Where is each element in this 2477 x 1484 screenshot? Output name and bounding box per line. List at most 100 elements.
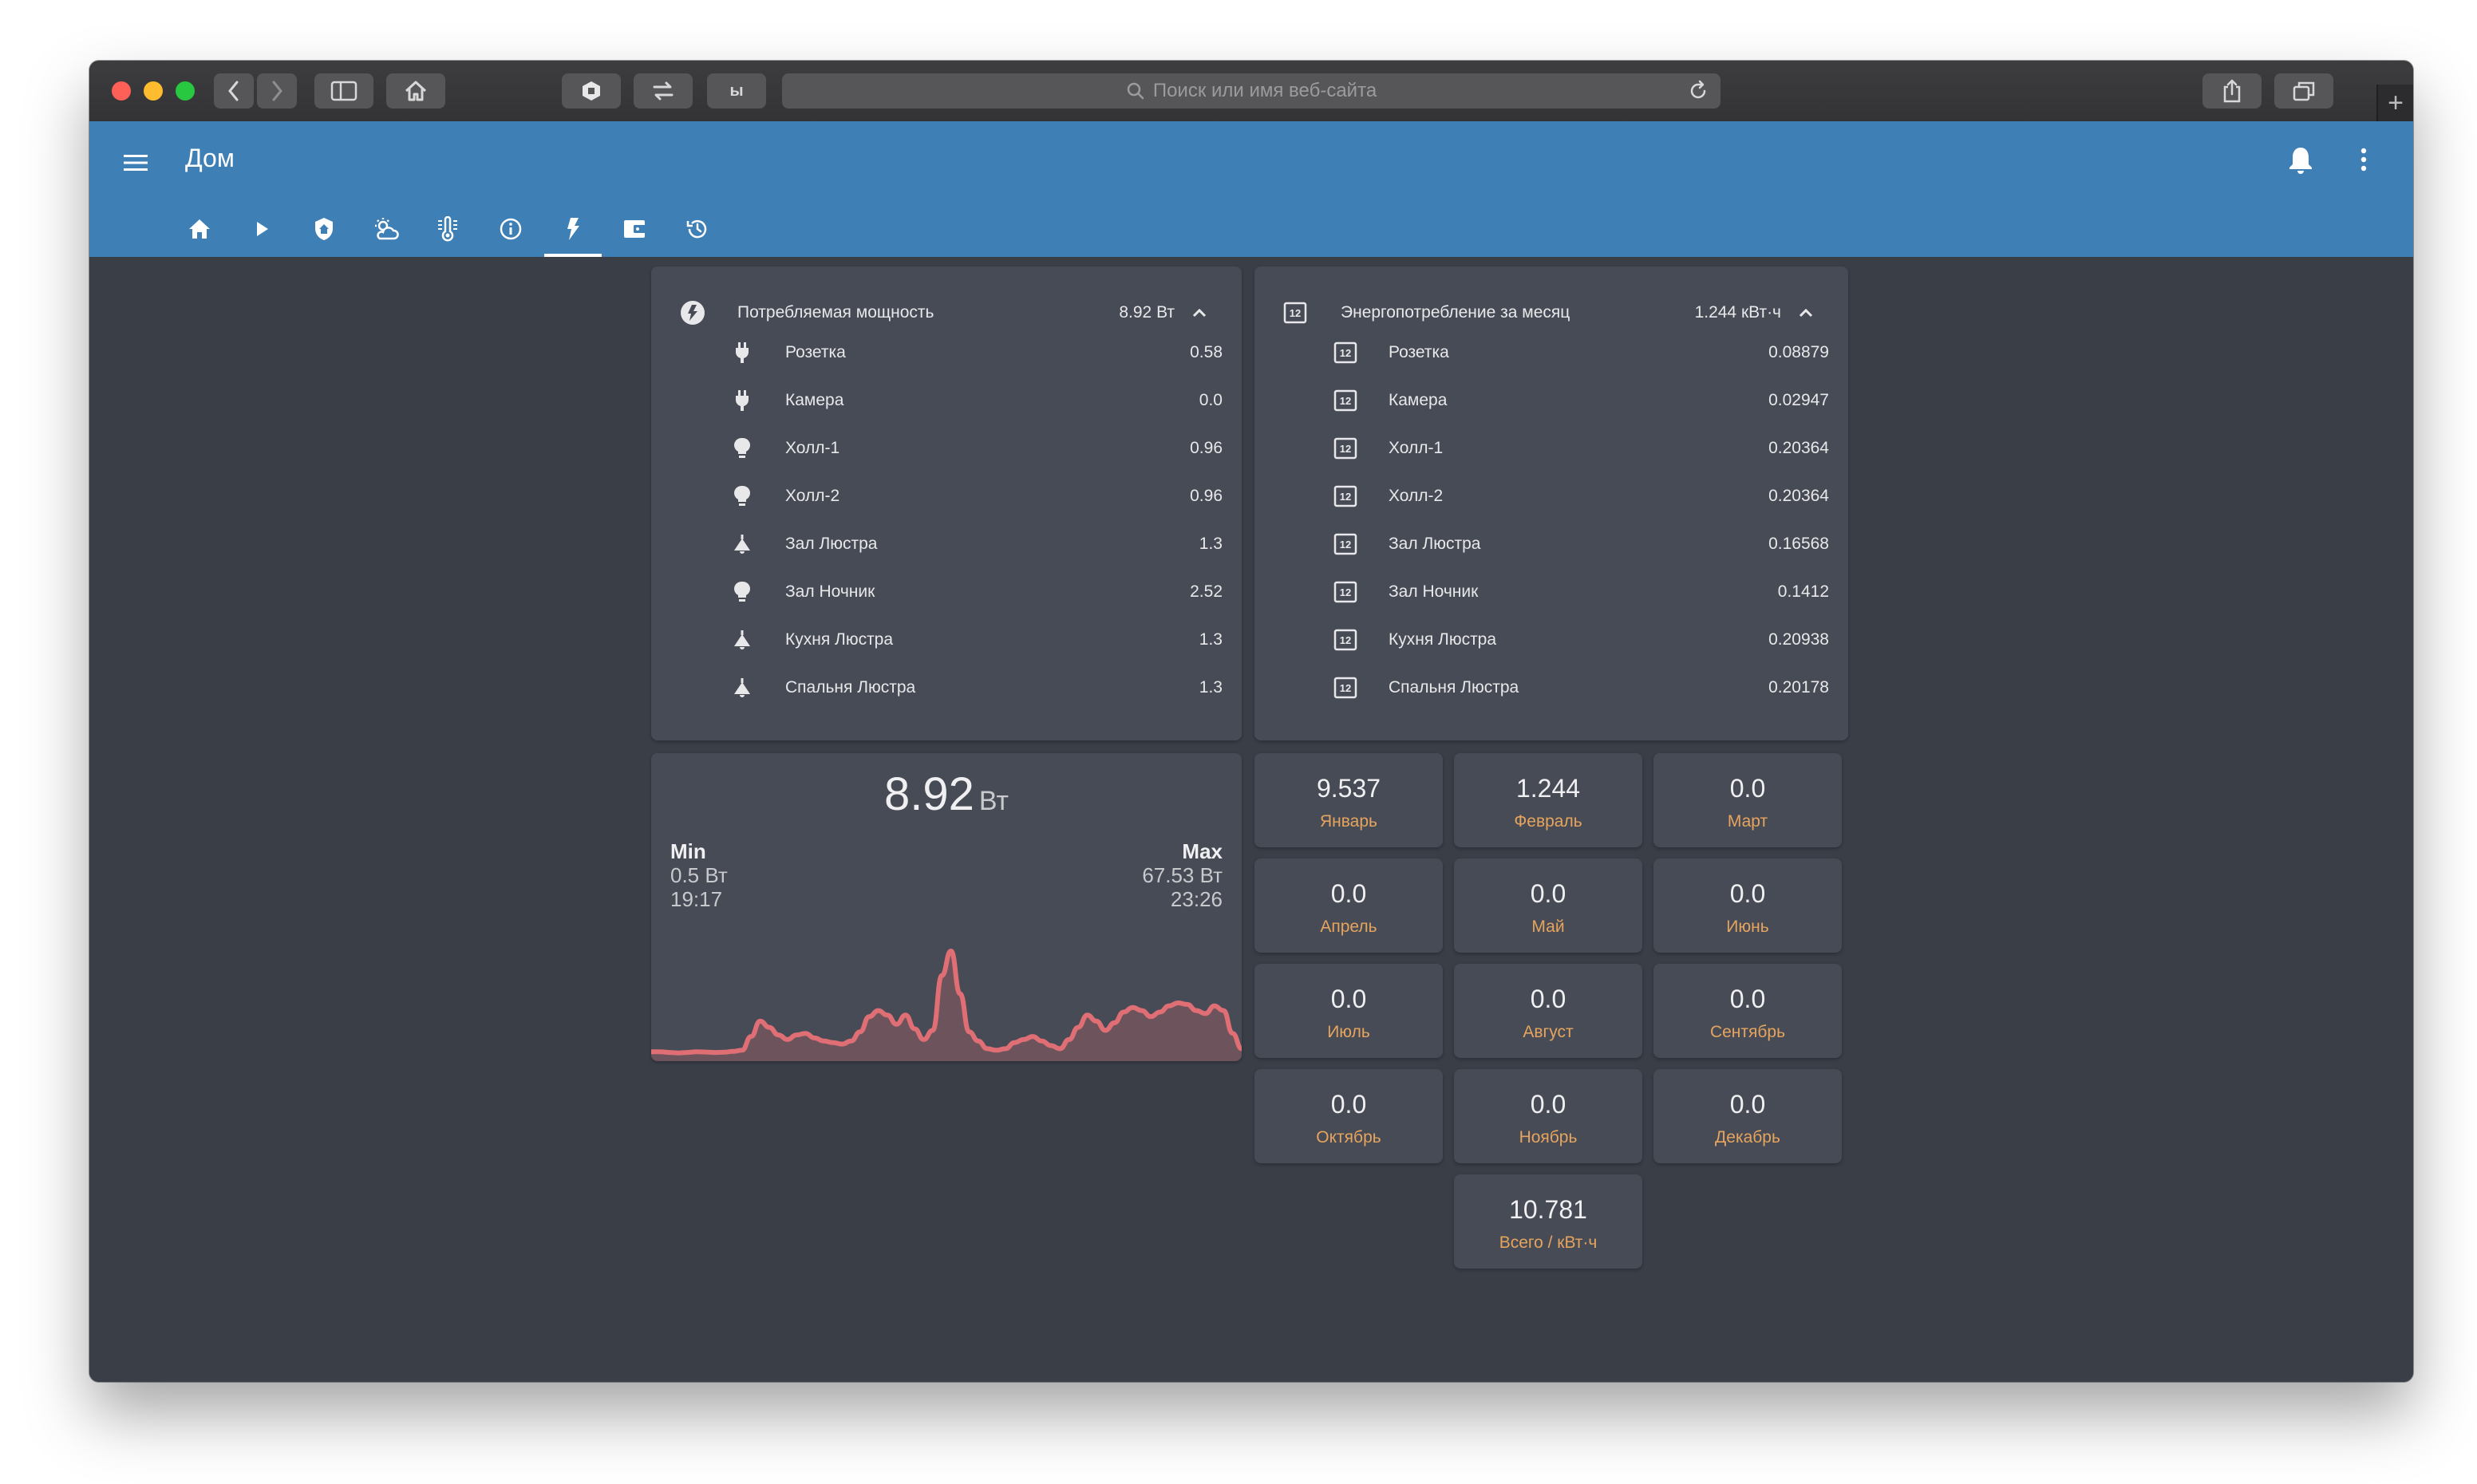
reload-icon[interactable] [1687,80,1709,102]
back-button[interactable] [214,73,254,109]
list-row[interactable]: Зал Люстра 1.3 [651,520,1242,568]
month-tile[interactable]: 0.0 Март [1653,753,1842,847]
tab-history[interactable] [669,201,726,257]
list-row[interactable]: 12 Зал Люстра 0.16568 [1254,520,1848,568]
row-label: Зал Люстра [1389,535,1481,553]
month-tile[interactable]: 0.0 Ноябрь [1454,1069,1642,1163]
row-label: Кухня Люстра [785,630,894,649]
counter-icon: 12 [1333,675,1358,701]
min-block: Min 0.5 Вт 19:17 [670,839,728,911]
chevron-up-icon[interactable] [1191,305,1208,321]
month-tile[interactable]: 0.0 Август [1454,964,1642,1058]
flash-circle-icon [681,301,705,325]
month-tile[interactable]: 0.0 Апрель [1254,858,1443,953]
month-label: Июль [1327,1023,1370,1041]
list-row[interactable]: 12 Камера 0.02947 [1254,377,1848,424]
extension-switch-button[interactable] [634,73,693,109]
svg-text:12: 12 [1340,491,1351,503]
counter-icon: 12 [1333,388,1358,413]
list-row[interactable]: Камера 0.0 [651,377,1242,424]
row-value: 0.0 [1199,391,1223,409]
ceiling-light-icon [729,531,755,557]
home-icon [189,219,210,239]
row-value: 0.20364 [1768,487,1829,505]
list-row[interactable]: 12 Розетка 0.08879 [1254,329,1848,377]
list-row[interactable]: 12 Кухня Люстра 0.20938 [1254,616,1848,664]
tab-energy[interactable] [544,201,602,257]
house-icon [405,81,427,101]
minimize-window-button[interactable] [144,81,163,101]
arrows-switch-icon [653,81,674,101]
tab-wallet[interactable] [606,201,664,257]
dashboard-content: Потребляемая мощность 8.92 Вт Розетка 0.5… [89,257,2413,1382]
tab-info[interactable] [482,201,539,257]
row-label: Холл-2 [1389,487,1444,505]
list-row[interactable]: 12 Холл-1 0.20364 [1254,424,1848,472]
month-tile[interactable]: 1.244 Февраль [1454,753,1642,847]
month-tile[interactable]: 0.0 Май [1454,858,1642,953]
forward-button[interactable] [257,73,297,109]
svg-text:12: 12 [1340,634,1351,646]
row-value: 0.96 [1190,439,1223,457]
overflow-menu-button[interactable] [2359,145,2368,178]
close-window-button[interactable] [112,81,131,101]
month-tile[interactable]: 0.0 Июнь [1653,858,1842,953]
row-label: Кухня Люстра [1389,630,1497,649]
row-label: Зал Люстра [785,535,878,553]
list-row[interactable]: Спальня Люстра 1.3 [651,664,1242,712]
month-tile[interactable]: 0.0 Июль [1254,964,1443,1058]
power-plug-icon [729,388,755,413]
list-row[interactable]: Холл-2 0.96 [651,472,1242,520]
row-value: 0.20178 [1768,678,1829,697]
share-button[interactable] [2202,73,2262,109]
zoom-window-button[interactable] [176,81,195,101]
list-row[interactable]: Зал Ночник 2.52 [651,568,1242,616]
shield-home-icon [315,218,333,240]
svg-text:12: 12 [1340,586,1351,598]
month-tile[interactable]: 0.0 Октябрь [1254,1069,1443,1163]
flash-icon [567,218,579,240]
tab-weather[interactable] [358,201,415,257]
list-row[interactable]: 12 Зал Ночник 0.1412 [1254,568,1848,616]
month-tile[interactable]: 0.0 Сентябрь [1653,964,1842,1058]
tab-home[interactable] [171,201,228,257]
month-value: 0.0 [1729,985,1766,1013]
browser-toolbar: ы Поиск или имя веб-сайта + [89,61,2413,123]
address-bar[interactable]: Поиск или имя веб-сайта [782,73,1720,109]
tab-security[interactable] [295,201,353,257]
tab-climate[interactable] [420,201,477,257]
month-tile[interactable]: 9.537 Январь [1254,753,1443,847]
list-row[interactable]: Кухня Люстра 1.3 [651,616,1242,664]
notifications-button[interactable] [2287,145,2314,180]
dots-vertical-icon [2360,148,2367,172]
home-page-button[interactable] [386,73,445,109]
svg-text:12: 12 [1340,682,1351,694]
tab-media[interactable] [233,201,290,257]
list-row[interactable]: 12 Холл-2 0.20364 [1254,472,1848,520]
row-value: 0.16568 [1768,535,1829,553]
min-label: Min [670,839,706,863]
sidebar-toggle-button[interactable] [314,73,373,109]
current-power-unit: Вт [978,786,1009,816]
energy-card-title: Энергопотребление за месяц [1341,303,1570,322]
month-label: Октябрь [1316,1128,1381,1147]
extension-text-button[interactable]: ы [707,73,766,109]
month-tile[interactable]: 0.0 Декабрь [1653,1069,1842,1163]
month-value: 0.0 [1530,879,1566,908]
list-row[interactable]: Холл-1 0.96 [651,424,1242,472]
power-graph-card[interactable]: 8.92 Вт Min 0.5 Вт 19:17 Max 67.53 Вт 23:… [651,753,1242,1061]
list-row[interactable]: Розетка 0.58 [651,329,1242,377]
thermometer-lines-icon [438,216,457,242]
list-row[interactable]: 12 Спальня Люстра 0.20178 [1254,664,1848,712]
tabs-overview-button[interactable] [2274,73,2333,109]
extension-hex-button[interactable] [562,73,621,109]
row-value: 0.08879 [1768,343,1829,361]
month-label: Сентябрь [1709,1023,1786,1041]
power-sparkline [651,949,1242,1061]
total-label: Всего / кВт·ч [1499,1233,1598,1252]
chevron-up-icon[interactable] [1797,305,1815,321]
menu-button[interactable] [120,147,152,179]
total-tile[interactable]: 10.781 Всего / кВт·ч [1454,1174,1642,1269]
new-tab-button[interactable]: + [2376,85,2413,121]
total-value: 10.781 [1509,1195,1587,1224]
